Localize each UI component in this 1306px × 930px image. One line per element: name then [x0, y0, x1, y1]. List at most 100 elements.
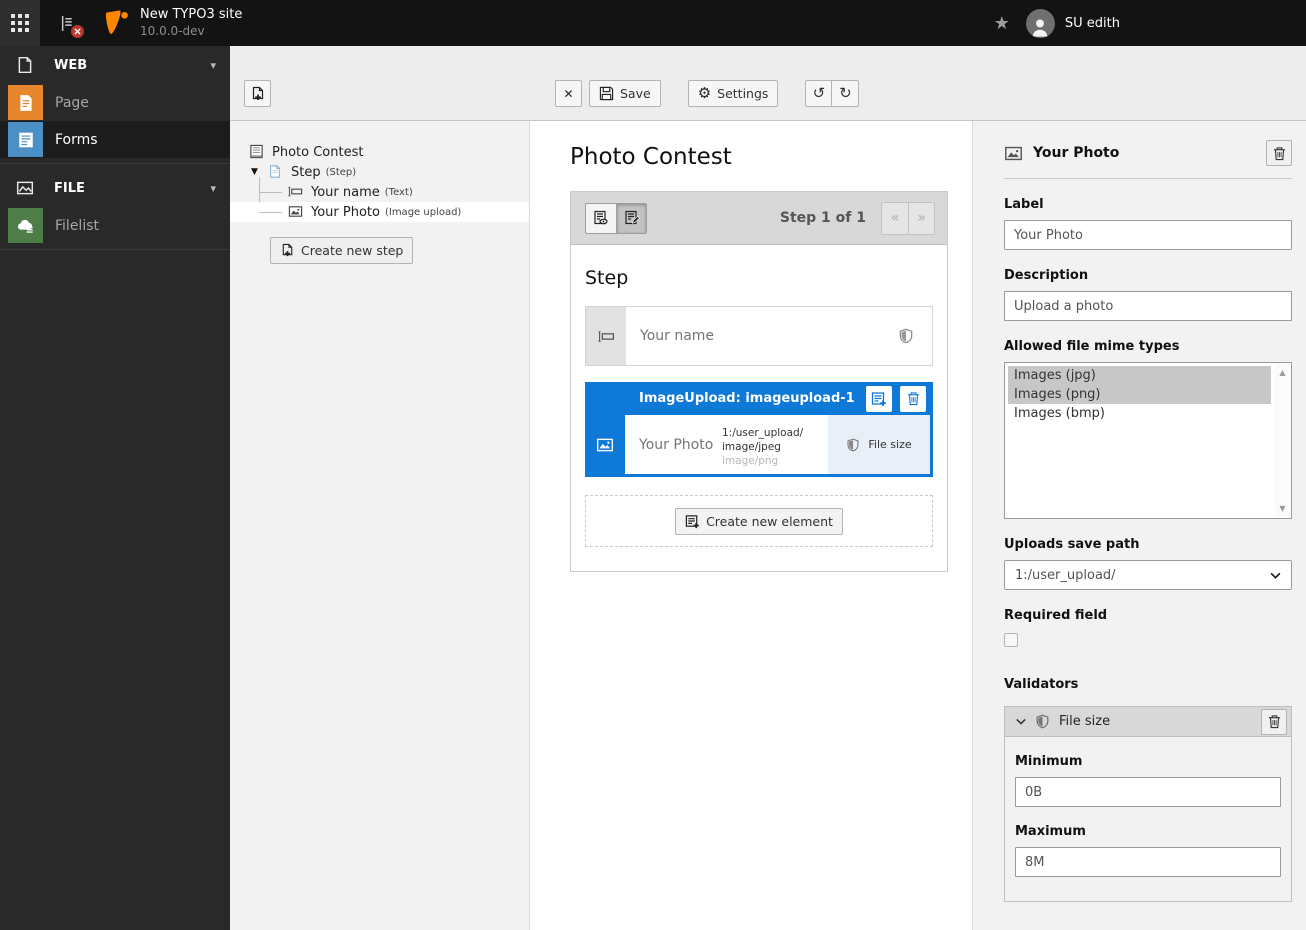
validator-panel-header[interactable]: File size	[1005, 707, 1291, 737]
avatar	[1025, 8, 1055, 38]
validator-shield-icon	[1035, 714, 1050, 729]
module-label: Filelist	[55, 217, 99, 234]
preview-mode-button[interactable]	[585, 202, 616, 234]
next-step-button[interactable]: »	[908, 201, 935, 235]
filelist-module-icon	[8, 208, 43, 243]
previous-step-button[interactable]: «	[881, 201, 908, 235]
form-element-your-photo-selected[interactable]: ImageUpload: imageupload-1 Your Photo 1:…	[585, 382, 933, 477]
document-eye-icon	[593, 210, 609, 226]
tree-item-your-photo[interactable]: Your Photo (Image upload)	[230, 202, 529, 222]
scroll-down-icon[interactable]: ▼	[1279, 504, 1285, 513]
remove-element-button[interactable]	[1266, 140, 1292, 166]
sidebar-header-web[interactable]: WEB ▾	[0, 46, 230, 84]
mime-option-bmp[interactable]: Images (bmp)	[1008, 404, 1271, 423]
selected-element-content: Your Photo 1:/user_upload/ image/jpeg im…	[625, 415, 828, 474]
redo-button[interactable]: ↻	[832, 80, 860, 107]
module-menu-toggle-button[interactable]	[0, 0, 40, 46]
chevron-down-icon	[1270, 572, 1281, 579]
grid-icon	[11, 14, 29, 32]
validator-badge: File size	[828, 415, 930, 474]
mime-option-jpg[interactable]: Images (jpg)	[1008, 366, 1271, 385]
module-label: Page	[55, 94, 89, 111]
settings-label: Settings	[717, 86, 769, 101]
step-pagination: Step 1 of 1 « »	[780, 201, 935, 235]
typo3-logo[interactable]	[102, 9, 130, 37]
mime-option-png[interactable]: Images (png)	[1008, 385, 1271, 404]
forms-module-icon	[8, 122, 43, 157]
minimum-input[interactable]	[1015, 777, 1281, 807]
step-page-icon	[268, 164, 284, 180]
delete-element-button[interactable]	[900, 385, 926, 412]
validator-panel-body: Minimum Maximum	[1005, 754, 1291, 901]
image-upload-icon	[1004, 144, 1023, 163]
tree-item-step[interactable]: ▼ Step (Step)	[230, 162, 529, 182]
form-plus-icon	[871, 391, 887, 407]
inspector-header: Your Photo	[1004, 134, 1292, 172]
field-label: Description	[1004, 268, 1089, 283]
element-meta: 1:/user_upload/ image/jpeg image/png	[722, 423, 803, 468]
uploads-save-path-select[interactable]: 1:/user_upload/	[1004, 560, 1292, 590]
edit-mode-button[interactable]	[616, 202, 647, 234]
mime-types-listbox[interactable]: Images (jpg) Images (png) Images (bmp) ▲…	[1004, 362, 1292, 519]
create-element-after-button[interactable]	[866, 385, 892, 412]
section-label: WEB	[54, 57, 88, 73]
sidebar-section-web: WEB ▾ Page Forms	[0, 46, 230, 164]
form-tree: Photo Contest ▼ Step (Step) Your name (T…	[230, 142, 529, 222]
settings-button[interactable]: ⚙ Settings	[687, 80, 779, 107]
scroll-up-icon[interactable]: ▲	[1279, 368, 1285, 377]
label-input[interactable]	[1004, 220, 1292, 250]
validator-badge-label: File size	[868, 438, 912, 451]
new-form-button[interactable]	[244, 80, 271, 107]
site-info[interactable]: New TYPO3 site 10.0.0-dev	[140, 7, 242, 38]
sidebar-header-file[interactable]: FILE ▾	[0, 169, 230, 207]
create-new-element-button[interactable]: Create new element	[675, 507, 843, 535]
chevron-down-icon: ▾	[210, 181, 216, 195]
bookmark-star-icon[interactable]: ★	[994, 13, 1010, 34]
description-input[interactable]	[1004, 291, 1292, 321]
tree-item-form-root[interactable]: Photo Contest	[230, 142, 529, 162]
user-menu[interactable]: SU edith	[1025, 8, 1120, 38]
sidebar-item-page[interactable]: Page	[0, 84, 230, 121]
document-icon	[14, 54, 36, 76]
tree-type: (Text)	[384, 186, 413, 198]
tree-item-your-name[interactable]: Your name (Text)	[230, 182, 529, 202]
create-new-step-button[interactable]: Create new step	[270, 237, 414, 264]
undo-button[interactable]: ↺	[805, 80, 833, 107]
label-field-group: Label	[1004, 197, 1292, 250]
trash-icon	[1272, 146, 1287, 161]
save-button[interactable]: Save	[589, 80, 661, 107]
tree-label: Your Photo	[311, 204, 380, 220]
sidebar-item-filelist[interactable]: Filelist	[0, 207, 230, 244]
meta-mime-1: image/jpeg	[722, 441, 781, 453]
clear-cache-button[interactable]	[48, 0, 88, 46]
divider	[1004, 178, 1292, 179]
sidebar-item-forms[interactable]: Forms	[0, 121, 230, 158]
field-label: Allowed file mime types	[1004, 339, 1180, 354]
meta-mime-2: image/png	[722, 455, 779, 467]
field-label: Label	[1004, 197, 1044, 212]
document-pencil-icon	[624, 210, 640, 226]
required-checkbox[interactable]	[1004, 633, 1018, 647]
close-button[interactable]: ✕	[555, 80, 582, 107]
close-icon: ✕	[563, 86, 574, 101]
topbar: New TYPO3 site 10.0.0-dev ★ SU edith	[0, 0, 1306, 46]
tree-label: Photo Contest	[272, 144, 364, 160]
chevron-down-icon: ▾	[210, 58, 216, 72]
validators-heading: Validators	[1004, 677, 1079, 692]
redo-icon: ↻	[839, 84, 852, 102]
trash-icon	[1267, 714, 1282, 729]
remove-validator-button[interactable]	[1261, 708, 1287, 735]
selected-option: 1:/user_upload/	[1015, 567, 1116, 583]
listbox-scrollbar[interactable]: ▲ ▼	[1275, 364, 1290, 517]
text-field-icon	[586, 307, 626, 365]
field-label: Required field	[1004, 608, 1108, 623]
validator-shield-icon	[898, 307, 932, 365]
username: SU edith	[1064, 15, 1120, 31]
create-element-label: Create new element	[706, 513, 833, 529]
module-sidebar: WEB ▾ Page Forms FILE ▾ Filelist	[0, 46, 230, 930]
tree-collapse-icon[interactable]: ▼	[251, 167, 258, 177]
maximum-input[interactable]	[1015, 847, 1281, 877]
form-element-your-name[interactable]: Your name	[585, 306, 933, 366]
sidebar-section-file: FILE ▾ Filelist	[0, 169, 230, 250]
document-plus-icon	[280, 243, 295, 258]
